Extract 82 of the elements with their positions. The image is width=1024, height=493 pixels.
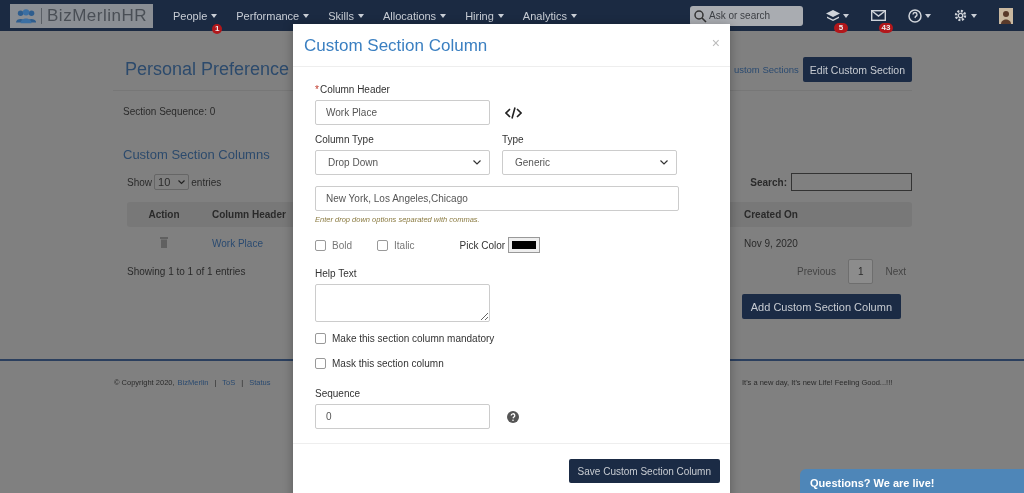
field-label: Type xyxy=(502,134,525,145)
envelope-icon xyxy=(871,10,886,21)
caret-icon xyxy=(570,13,577,18)
layers-icon xyxy=(826,9,840,22)
avatar-icon xyxy=(999,7,1013,24)
required-mark: * xyxy=(315,84,319,95)
column-header[interactable]: Column Header xyxy=(201,209,286,220)
search-icon xyxy=(694,9,707,23)
toolbar-icon-button[interactable] xyxy=(908,9,931,22)
help-icon[interactable] xyxy=(507,410,519,423)
custom-sections-link[interactable]: ustom Sections xyxy=(733,64,799,75)
toolbar-icon-button[interactable] xyxy=(826,9,849,22)
logo-text: BizMerlinHR xyxy=(47,5,147,26)
checkbox-label: Italic xyxy=(394,239,415,251)
page-number-button[interactable]: 1 xyxy=(847,259,874,284)
search-field[interactable]: Ask or search xyxy=(690,5,803,26)
modal-title: Custom Section Column xyxy=(304,36,488,56)
entries-label: entries xyxy=(191,176,222,188)
field-label: Pick Color xyxy=(459,239,506,251)
column-type-select[interactable]: Drop Down xyxy=(315,150,490,175)
notification-badge: 1 xyxy=(212,23,223,34)
chevron-down-icon xyxy=(473,160,481,165)
show-label: Show xyxy=(127,176,152,188)
table-cell-text: Nov 9, 2020 xyxy=(743,237,798,249)
help-icon xyxy=(908,8,922,23)
settings-icon xyxy=(953,8,968,23)
save-button[interactable]: Save Custom Section Column xyxy=(568,459,720,483)
section-title: Custom Section Columns xyxy=(123,147,270,162)
caret-icon xyxy=(440,13,447,18)
input-field[interactable]: Work Place xyxy=(315,100,490,125)
section-sequence-text: Section Sequence: 0 xyxy=(123,106,216,117)
nav-menu-item[interactable]: Analytics xyxy=(522,9,577,22)
column-header[interactable]: Action xyxy=(148,209,180,220)
live-chat-button[interactable]: Questions? We are live! xyxy=(800,469,1024,493)
checkbox[interactable] xyxy=(377,239,388,251)
color-picker[interactable] xyxy=(508,237,541,253)
checkbox-label: Bold xyxy=(332,239,352,251)
nav-menu-item[interactable]: Allocations xyxy=(382,9,447,22)
search-label: Search: xyxy=(750,176,787,188)
previous-page-link[interactable]: Previous xyxy=(796,266,836,277)
toolbar-icon-button[interactable] xyxy=(953,9,977,22)
table-info-text: Showing 1 to 1 of 1 entries xyxy=(127,266,246,277)
field-label: Sequence xyxy=(315,388,361,399)
toolbar-icon-button[interactable] xyxy=(999,9,1013,22)
caret-icon xyxy=(303,13,310,18)
edit-custom-section-button[interactable]: Edit Custom Section xyxy=(802,57,912,82)
nav-menu-item[interactable]: Performance xyxy=(236,9,310,22)
code-icon[interactable] xyxy=(505,106,522,119)
caret-icon xyxy=(211,13,218,18)
nav-menu-item[interactable]: Skills xyxy=(328,9,364,22)
add-column-button[interactable]: Add Custom Section Column xyxy=(741,294,901,319)
caret-icon xyxy=(971,13,977,18)
chevron-down-icon xyxy=(178,179,186,185)
entries-select[interactable]: 10 xyxy=(154,174,190,190)
checkbox-label: Mask this section column xyxy=(332,358,444,369)
checkbox[interactable] xyxy=(315,239,326,251)
checkbox-label: Make this section column mandatory xyxy=(332,333,495,344)
logo[interactable]: BizMerlinHR xyxy=(10,3,153,28)
next-page-link[interactable]: Next xyxy=(885,266,906,277)
chevron-down-icon xyxy=(660,160,668,165)
table-cell-link[interactable]: Work Place xyxy=(201,237,263,249)
field-label: Help Text xyxy=(315,268,357,279)
type-select[interactable]: Generic xyxy=(502,150,677,175)
caret-icon xyxy=(843,13,849,18)
checkbox[interactable] xyxy=(315,358,326,369)
options-input-field[interactable]: New York, Los Angeles,Chicago xyxy=(315,186,679,211)
checkbox[interactable] xyxy=(315,333,326,344)
nav-menu-item[interactable]: People xyxy=(173,9,218,22)
caret-icon xyxy=(357,13,364,18)
nav-menu-item[interactable]: Hiring xyxy=(465,9,504,22)
page-title: Personal Preference xyxy=(125,59,290,80)
people-icon xyxy=(16,7,37,24)
notification-badge: 5 xyxy=(834,22,848,33)
field-label: Column Header xyxy=(319,84,390,95)
toolbar-icon-button[interactable] xyxy=(871,9,886,22)
field-label: Column Type xyxy=(315,134,375,145)
notification-badge: 43 xyxy=(879,22,893,33)
table-search-field[interactable] xyxy=(791,173,912,191)
caret-icon xyxy=(497,13,504,18)
sequence-input-field[interactable]: 0 xyxy=(315,404,490,429)
column-header[interactable]: Created On xyxy=(734,209,798,220)
caret-icon xyxy=(925,13,931,18)
